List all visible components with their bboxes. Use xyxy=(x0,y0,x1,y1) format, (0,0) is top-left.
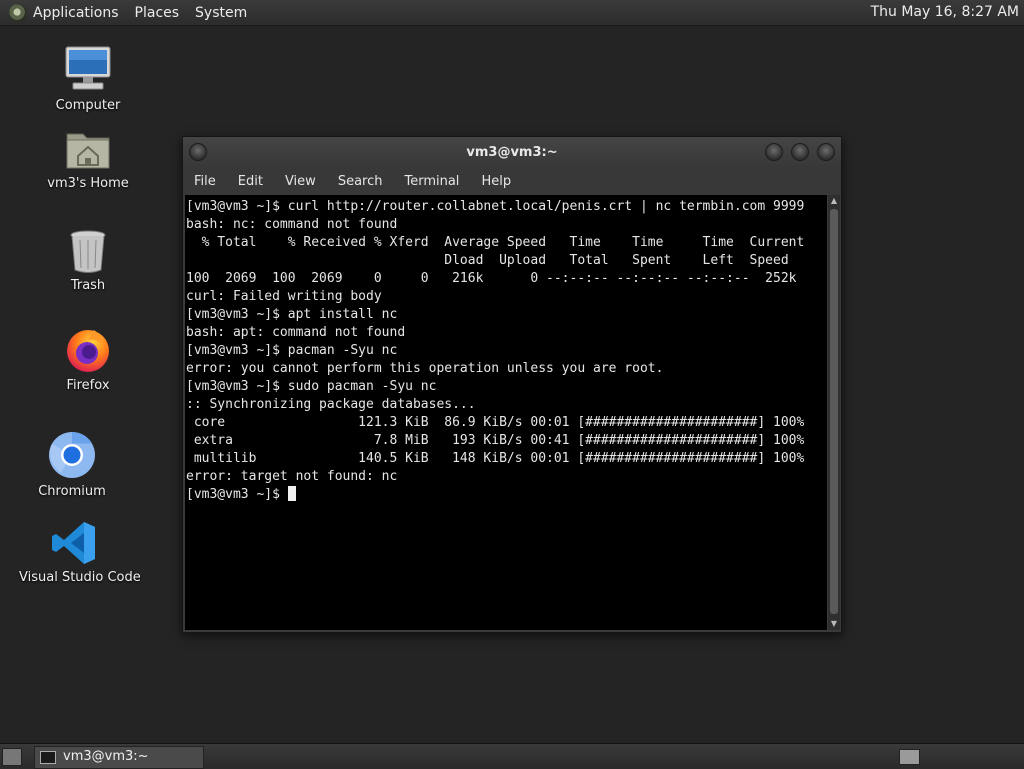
terminal-text: [vm3@vm3 ~]$ curl http://router.collabne… xyxy=(185,195,827,504)
desktop-icon-vscode[interactable]: Visual Studio Code xyxy=(19,520,141,585)
terminal-line: 100 2069 100 2069 0 0 216k 0 --:--:-- --… xyxy=(186,271,797,286)
terminal-line: Dload Upload Total Spent Left Speed xyxy=(186,253,789,268)
terminal-line: extra 7.8 MiB 193 KiB/s 00:41 [#########… xyxy=(186,433,805,448)
window-title: vm3@vm3:~ xyxy=(466,145,558,160)
vscode-icon xyxy=(52,522,95,564)
menu-system[interactable]: System xyxy=(195,5,247,21)
terminal-line: error: target not found: nc xyxy=(186,469,398,484)
menu-applications[interactable]: Applications xyxy=(33,5,119,21)
terminal-scrollbar[interactable]: ▲ ▼ xyxy=(828,195,840,630)
menu-places[interactable]: Places xyxy=(135,5,180,21)
terminal-line: [vm3@vm3 ~]$ curl http://router.collabne… xyxy=(186,199,805,214)
distro-logo-icon[interactable] xyxy=(9,3,27,22)
terminal-window[interactable]: vm3@vm3:~ File Edit View Search Terminal… xyxy=(182,136,842,633)
terminal-line: error: you cannot perform this operation… xyxy=(186,361,664,376)
clock[interactable]: Thu May 16, 8:27 AM xyxy=(871,4,1019,20)
terminal-prompt: [vm3@vm3 ~]$ xyxy=(186,487,288,502)
desktop-icon-trash[interactable]: Trash xyxy=(33,228,143,293)
menu-search[interactable]: Search xyxy=(327,174,394,189)
bottom-panel: vm3@vm3:~ xyxy=(0,743,1024,769)
terminal-line: [vm3@vm3 ~]$ apt install nc xyxy=(186,307,398,322)
taskbar-item-terminal[interactable]: vm3@vm3:~ xyxy=(34,746,204,769)
menu-file[interactable]: File xyxy=(183,174,227,189)
home-folder-icon xyxy=(66,133,110,169)
terminal-output[interactable]: [vm3@vm3 ~]$ curl http://router.collabne… xyxy=(185,195,827,630)
menu-terminal[interactable]: Terminal xyxy=(393,174,470,189)
scroll-up-icon[interactable]: ▲ xyxy=(828,195,840,207)
terminal-line: curl: Failed writing body xyxy=(186,289,382,304)
terminal-line: [vm3@vm3 ~]$ pacman -Syu nc xyxy=(186,343,398,358)
terminal-cursor xyxy=(287,486,296,501)
terminal-line: :: Synchronizing package databases... xyxy=(186,397,476,412)
terminal-line: bash: nc: command not found xyxy=(186,217,398,232)
firefox-icon xyxy=(67,330,109,372)
menu-view[interactable]: View xyxy=(274,174,327,189)
terminal-icon xyxy=(40,751,56,764)
desktop-icon-firefox[interactable]: Firefox xyxy=(33,326,143,393)
terminal-menubar: File Edit View Search Terminal Help xyxy=(183,167,841,195)
workspace-switcher[interactable] xyxy=(899,749,920,765)
show-desktop-icon[interactable] xyxy=(2,748,22,766)
desktop-icon-home[interactable]: vm3's Home xyxy=(33,128,143,191)
scrollbar-thumb[interactable] xyxy=(830,209,838,614)
terminal-line: bash: apt: command not found xyxy=(186,325,406,340)
menu-help[interactable]: Help xyxy=(470,174,522,189)
terminal-line: core 121.3 KiB 86.9 KiB/s 00:01 [#######… xyxy=(186,415,805,430)
chromium-icon xyxy=(49,431,95,478)
desktop-icon-chromium[interactable]: Chromium xyxy=(17,430,127,499)
computer-icon xyxy=(65,46,111,90)
close-button[interactable] xyxy=(817,143,835,161)
minimize-button[interactable] xyxy=(765,143,783,161)
terminal-line: multilib 140.5 KiB 148 KiB/s 00:01 [####… xyxy=(186,451,805,466)
menu-edit[interactable]: Edit xyxy=(227,174,274,189)
terminal-line: [vm3@vm3 ~]$ sudo pacman -Syu nc xyxy=(186,379,437,394)
taskbar-item-label: vm3@vm3:~ xyxy=(63,749,149,764)
desktop-icon-computer[interactable]: Computer xyxy=(33,44,143,113)
window-titlebar[interactable]: vm3@vm3:~ xyxy=(183,137,841,167)
top-panel: Applications Places System Thu May 16, 8… xyxy=(0,0,1024,26)
terminal-line: % Total % Received % Xferd Average Speed… xyxy=(186,235,805,250)
scroll-down-icon[interactable]: ▼ xyxy=(828,618,840,630)
trash-icon xyxy=(70,230,106,273)
maximize-button[interactable] xyxy=(791,143,809,161)
